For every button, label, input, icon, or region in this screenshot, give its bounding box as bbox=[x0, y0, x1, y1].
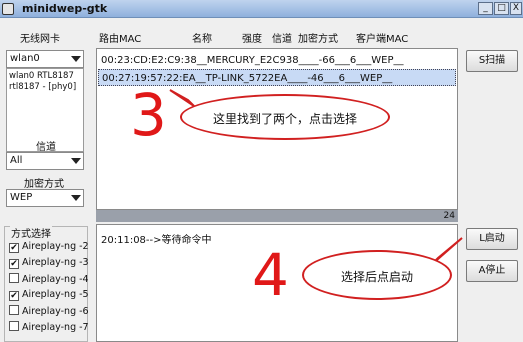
title-bar: minidwep-gtk _ □ X bbox=[0, 0, 523, 18]
method-option[interactable]: Aireplay-ng -4 bbox=[9, 273, 89, 287]
method-group: 方式选择 ✔ Aireplay-ng -2 ✔ Aireplay-ng -3 Airep… bbox=[4, 225, 89, 342]
checkbox[interactable] bbox=[9, 273, 19, 283]
method-option-label: Aireplay-ng -7 bbox=[22, 322, 89, 333]
method-option-label: Aireplay-ng -6 bbox=[22, 306, 89, 317]
method-option[interactable]: Aireplay-ng -6 bbox=[9, 305, 89, 319]
maximize-button[interactable]: □ bbox=[494, 2, 509, 15]
callout-4-text: 选择后点启动 bbox=[340, 270, 413, 284]
minimize-button[interactable]: _ bbox=[478, 2, 493, 15]
window-title: minidwep-gtk bbox=[22, 2, 108, 15]
channel-label: 信道 bbox=[36, 142, 56, 153]
method-option[interactable]: ✔ Aireplay-ng -5 bbox=[9, 289, 89, 303]
callout-3-text: 这里找到了两个，点击选择 bbox=[212, 112, 357, 126]
main-window: 无线网卡 wlan0 wlan0 RTL8187 rtl8187 - [phy0… bbox=[0, 18, 523, 342]
method-option-label: Aireplay-ng -3 bbox=[22, 257, 89, 268]
status-bar: 24 bbox=[96, 210, 458, 222]
col-client-mac: 客户端MAC bbox=[356, 34, 409, 45]
start-button[interactable]: L启动 bbox=[466, 228, 518, 250]
checkbox[interactable]: ✔ bbox=[9, 243, 19, 253]
wireless-card-label: 无线网卡 bbox=[20, 34, 60, 45]
chevron-down-icon bbox=[71, 158, 81, 164]
col-router-mac: 路由MAC bbox=[99, 34, 142, 45]
chevron-down-icon bbox=[71, 56, 81, 62]
channel-select[interactable]: All bbox=[6, 152, 84, 170]
callout-bubble-3: 这里找到了两个，点击选择 bbox=[180, 94, 390, 140]
encryption-label: 加密方式 bbox=[24, 179, 64, 190]
checkbox[interactable] bbox=[9, 321, 19, 331]
col-encryption: 加密方式 bbox=[298, 34, 338, 45]
channel-select-value: All bbox=[10, 155, 23, 166]
bubble-tail-3 bbox=[169, 89, 195, 107]
callout-bubble-4: 选择后点启动 bbox=[302, 250, 452, 300]
method-option-label: Aireplay-ng -5 bbox=[22, 289, 89, 300]
scan-button[interactable]: S扫描 bbox=[466, 50, 518, 72]
chevron-down-icon bbox=[71, 195, 81, 201]
method-option[interactable]: ✔ Aireplay-ng -2 bbox=[9, 241, 89, 255]
app-icon bbox=[2, 3, 14, 15]
col-name: 名称 bbox=[192, 34, 212, 45]
log-line: 20:11:08-->等待命令中 bbox=[101, 235, 212, 246]
ap-row-text: 00:23:CD:E2:C9:38__MERCURY_E2C938____-66… bbox=[101, 55, 404, 66]
method-option[interactable]: Aireplay-ng -7 bbox=[9, 321, 89, 335]
checkbox[interactable]: ✔ bbox=[9, 259, 19, 269]
method-option[interactable]: ✔ Aireplay-ng -3 bbox=[9, 257, 89, 271]
encryption-select-value: WEP bbox=[10, 192, 33, 203]
col-strength: 强度 bbox=[242, 34, 262, 45]
close-button[interactable]: X bbox=[510, 2, 522, 15]
stop-button[interactable]: A停止 bbox=[466, 260, 518, 282]
interface-info-text: wlan0 RTL8187 rtl8187 - [phy0] bbox=[9, 71, 77, 92]
method-option-label: Aireplay-ng -2 bbox=[22, 241, 89, 252]
method-option-label: Aireplay-ng -4 bbox=[22, 274, 89, 285]
interface-select-value: wlan0 bbox=[10, 53, 40, 64]
checkbox[interactable] bbox=[9, 305, 19, 315]
step-4-number: 4 bbox=[252, 241, 289, 309]
encryption-select[interactable]: WEP bbox=[6, 189, 84, 207]
method-group-label: 方式选择 bbox=[10, 225, 52, 240]
checkbox[interactable]: ✔ bbox=[9, 291, 19, 301]
ap-count: 24 bbox=[443, 211, 455, 221]
col-channel: 信道 bbox=[272, 34, 292, 45]
interface-select[interactable]: wlan0 bbox=[6, 50, 84, 68]
ap-row[interactable]: 00:23:CD:E2:C9:38__MERCURY_E2C938____-66… bbox=[98, 52, 456, 69]
step-3-number: 3 bbox=[130, 81, 167, 149]
